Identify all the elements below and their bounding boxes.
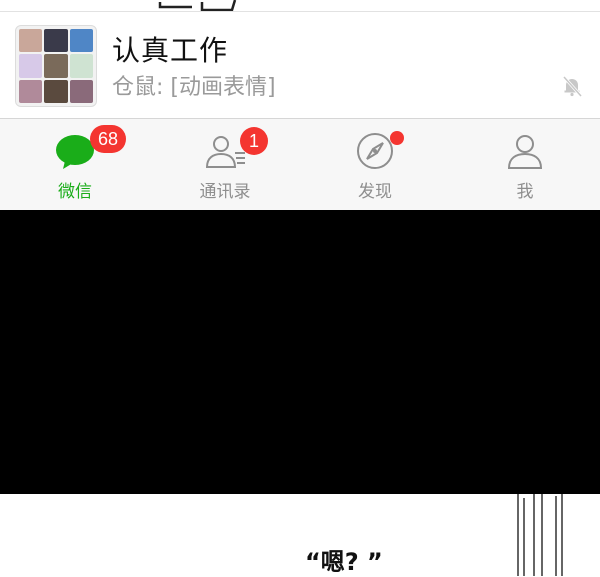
avatar (19, 79, 43, 103)
avatar (19, 29, 43, 53)
avatar (44, 79, 68, 103)
chat-list-item[interactable]: 认真工作 仓鼠: [动画表情] (0, 12, 600, 118)
tab-bar: 68 微信 1 通讯录 发现 我 (0, 118, 600, 210)
tab-discover[interactable]: 发现 (300, 119, 450, 211)
unread-badge: 68 (90, 125, 127, 153)
black-panel (0, 210, 600, 494)
unread-badge: 1 (240, 127, 268, 155)
notification-dot (390, 131, 404, 145)
avatar (19, 54, 43, 78)
comic-panel: “嗯? ” (0, 494, 600, 576)
avatar (44, 54, 68, 78)
tab-label: 通讯录 (199, 182, 251, 202)
group-avatar-icon (15, 25, 97, 107)
avatar (69, 54, 93, 78)
mute-bell-icon (562, 75, 583, 98)
tab-contacts[interactable]: 1 通讯录 (150, 119, 300, 211)
chat-title: 认真工作 (112, 34, 229, 67)
tab-label: 我 (516, 182, 534, 202)
tab-label: 发现 (358, 182, 392, 202)
tab-label: 微信 (58, 182, 92, 202)
avatar (44, 29, 68, 53)
tab-wechat[interactable]: 68 微信 (0, 119, 150, 211)
avatar (69, 29, 93, 53)
speech-text: “嗯? ” (305, 548, 383, 576)
tab-me[interactable]: 我 (450, 119, 600, 211)
chat-preview: 仓鼠: [动画表情] (112, 75, 276, 100)
avatar (69, 79, 93, 103)
person-icon (507, 135, 543, 169)
comic-sketch-lines (517, 494, 563, 576)
